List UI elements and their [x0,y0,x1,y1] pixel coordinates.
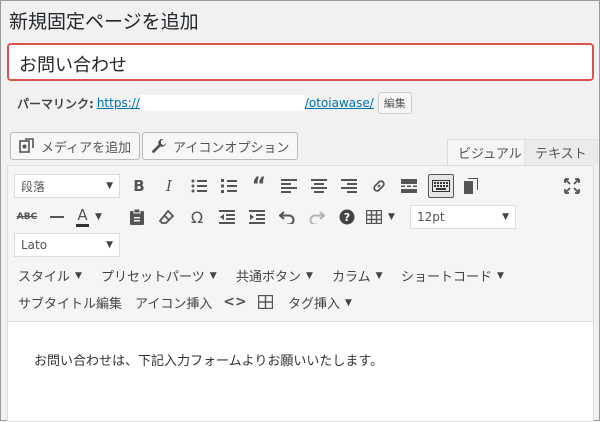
toolbar-toggle-icon[interactable] [428,174,454,198]
format-select-value: 段落 [21,179,46,194]
redo-icon[interactable] [306,206,328,228]
menu-subtitle-edit[interactable]: サブタイトル編集 [18,293,122,312]
permalink-redacted-area [139,95,305,111]
tab-visual[interactable]: ビジュアル [447,139,533,165]
special-character-icon[interactable]: Ω [186,206,208,228]
menu-common-buttons[interactable]: 共通ボタン ▼ [236,266,313,285]
chevron-down-icon: ▼ [388,212,395,222]
permalink-url-start[interactable]: https:// [97,96,140,110]
menu-style[interactable]: スタイル ▼ [18,266,82,285]
link-icon[interactable] [368,175,390,197]
strikethrough-icon[interactable]: ABC [16,206,38,228]
numbered-list-icon[interactable] [218,175,240,197]
chevron-down-icon: ▼ [345,297,352,308]
align-center-icon[interactable] [308,175,330,197]
chevron-down-icon: ▼ [95,212,102,222]
chevron-down-icon: ▼ [106,240,113,250]
add-media-button[interactable]: メディアを追加 [10,132,141,160]
menu-preset-parts[interactable]: プリセットパーツ ▼ [101,266,217,285]
table-grid-icon[interactable] [254,291,276,313]
icon-option-label: アイコンオプション [173,140,290,156]
chevron-down-icon: ▼ [497,270,504,281]
chevron-down-icon: ▼ [75,270,82,281]
permalink-edit-button[interactable]: 編集 [377,92,412,114]
text-color-icon[interactable]: A ▼ [76,206,116,228]
help-icon[interactable]: ? [336,206,358,228]
post-title-input[interactable]: お問い合わせ [7,43,594,81]
media-icon [19,138,34,153]
paste-text-icon[interactable] [126,206,148,228]
menu-icon-insert[interactable]: アイコン挿入 [135,293,212,312]
read-more-icon[interactable] [398,175,420,197]
indent-icon[interactable] [246,206,268,228]
content-text: お問い合わせは、下記入力フォームよりお願いいたします。 [34,354,384,369]
menu-tag-insert[interactable]: タグ挿入 ▼ [288,293,352,312]
format-select[interactable]: 段落 ▼ [14,174,120,198]
menu-preset-parts-label: プリセットパーツ [101,270,205,285]
copy-icon[interactable] [460,175,482,197]
font-size-select[interactable]: 12pt ▼ [410,205,516,229]
chevron-down-icon: ▼ [106,181,113,191]
italic-icon[interactable]: I [158,175,180,197]
align-left-icon[interactable] [278,175,300,197]
eraser-icon[interactable] [156,206,178,228]
font-family-select[interactable]: Lato ▼ [14,233,120,257]
font-family-value: Lato [21,238,48,252]
table-icon[interactable]: ▼ [366,206,406,228]
icon-option-button[interactable]: アイコンオプション [142,132,299,160]
chevron-down-icon: ▼ [209,270,217,281]
chevron-down-icon: ▼ [375,270,383,281]
undo-icon[interactable] [276,206,298,228]
menu-style-label: スタイル [18,270,71,285]
menu-column[interactable]: カラム ▼ [332,266,383,285]
menu-subtitle-edit-label: サブタイトル編集 [18,297,123,312]
fullscreen-icon[interactable] [561,175,583,197]
svg-text:?: ? [344,211,350,224]
bold-icon[interactable]: B [128,175,150,197]
permalink-label: パーマリンク: [17,96,94,111]
tab-text[interactable]: テキスト [524,139,598,165]
chevron-down-icon: ▼ [306,270,313,281]
content-area[interactable]: お問い合わせは、下記入力フォームよりお願いいたします。 [8,321,593,421]
code-icon[interactable]: <> [223,291,246,313]
menu-icon-insert-label: アイコン挿入 [135,297,213,312]
menu-shortcode-label: ショートコード [401,270,493,285]
outdent-icon[interactable] [216,206,238,228]
font-size-value: 12pt [417,210,445,224]
align-right-icon[interactable] [338,175,360,197]
horizontal-line-icon[interactable] [46,206,68,228]
menu-common-buttons-label: 共通ボタン [236,270,302,285]
menu-shortcode[interactable]: ショートコード ▼ [401,266,504,285]
page-title: 新規固定ページを追加 [9,11,199,33]
bullet-list-icon[interactable] [188,175,210,197]
permalink-row: パーマリンク: https:// /otoiawase/ 編集 [17,92,412,114]
add-media-label: メディアを追加 [41,140,132,156]
blockquote-icon[interactable]: “ [248,174,270,199]
menu-column-label: カラム [332,270,371,285]
wrench-icon [152,139,166,153]
chevron-down-icon: ▼ [502,212,509,222]
permalink-url-slug[interactable]: /otoiawase/ [305,96,374,110]
menu-tag-insert-label: タグ挿入 [288,297,341,312]
editor: 段落 ▼ B I “ ABC A ▼ Ω ? ▼ 12pt ▼ Lato ▼ ス… [7,165,594,422]
